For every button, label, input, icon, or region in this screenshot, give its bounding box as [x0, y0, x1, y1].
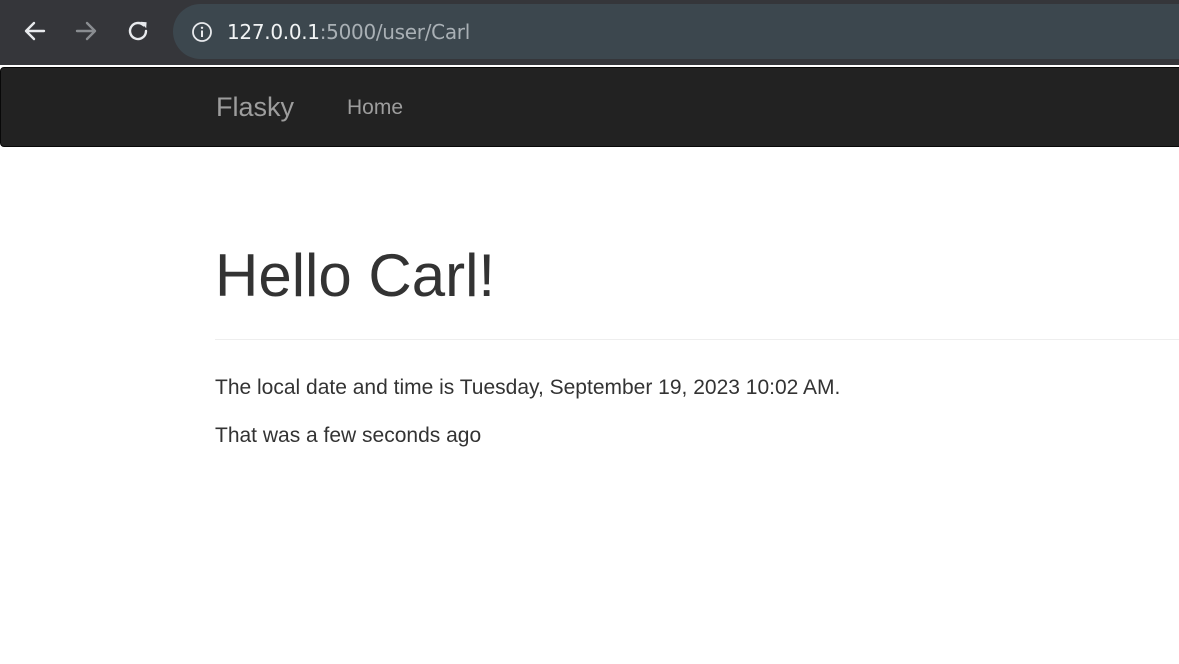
back-button[interactable]: [17, 12, 53, 50]
page-content: Hello Carl! The local date and time is T…: [215, 240, 1179, 447]
page-title: Hello Carl!: [215, 242, 496, 309]
site-navbar: Flasky Home: [0, 67, 1179, 147]
browser-toolbar: 127.0.0.1:5000/user/Carl: [0, 0, 1179, 65]
forward-button[interactable]: [68, 12, 104, 50]
arrow-right-icon: [74, 19, 98, 43]
address-bar[interactable]: 127.0.0.1:5000/user/Carl: [173, 4, 1179, 59]
arrow-left-icon: [23, 19, 47, 43]
url-text[interactable]: 127.0.0.1:5000/user/Carl: [227, 20, 470, 44]
reload-icon: [126, 19, 150, 43]
relative-time-text: That was a few seconds ago: [215, 424, 482, 447]
reload-button[interactable]: [120, 12, 156, 50]
local-time-text: The local date and time is Tuesday, Sept…: [215, 376, 841, 399]
nav-link-home[interactable]: Home: [347, 96, 403, 120]
info-circle-icon[interactable]: [191, 21, 213, 43]
header-divider: [215, 339, 1179, 340]
url-host: 127.0.0.1: [227, 19, 320, 44]
url-path: :5000/user/Carl: [319, 19, 471, 44]
navbar-brand-link[interactable]: Flasky: [216, 92, 294, 123]
